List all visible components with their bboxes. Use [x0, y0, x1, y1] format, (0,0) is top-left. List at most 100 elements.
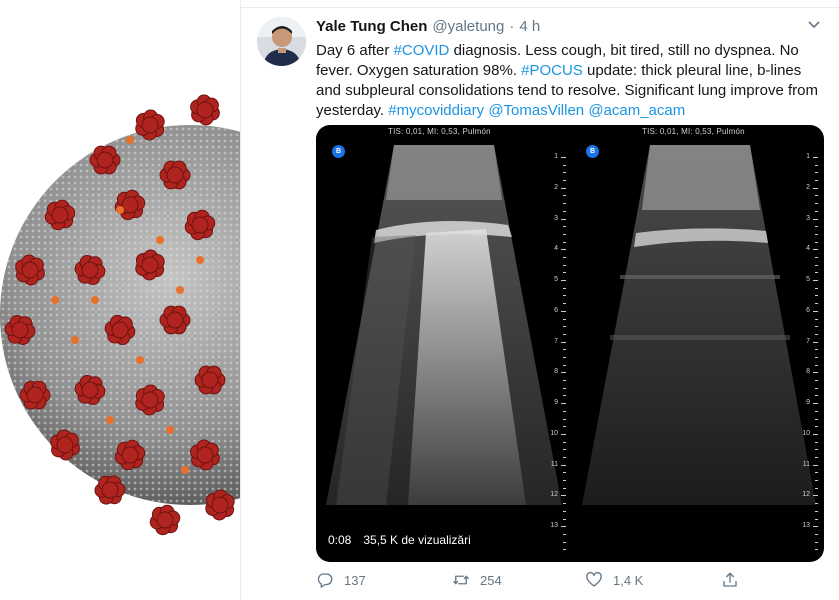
depth-minor-tick — [563, 449, 566, 451]
spike-protein — [19, 380, 51, 410]
depth-tick-label: 6 — [806, 306, 810, 314]
depth-tick-mark — [561, 464, 566, 466]
depth-minor-tick — [815, 164, 818, 166]
tweet-link[interactable]: #POCUS — [521, 62, 583, 79]
depth-minor-tick — [815, 287, 818, 289]
depth-minor-tick — [815, 518, 818, 520]
surface-protein — [106, 416, 114, 424]
depth-minor-tick — [563, 487, 566, 489]
depth-minor-tick — [815, 357, 818, 358]
depth-tick-mark — [813, 403, 818, 405]
spike-protein — [94, 475, 126, 505]
depth-minor-tick — [815, 480, 818, 482]
depth-ruler: 1 2 3 4 5 6 7 8 9 10 11 12 13 — [800, 147, 820, 557]
surface-protein — [71, 336, 79, 344]
depth-tick-mark — [813, 249, 818, 251]
heart-icon — [586, 571, 602, 587]
virus-image — [0, 94, 240, 536]
depth-tick-mark — [561, 280, 566, 282]
mode-badge: B — [586, 145, 599, 158]
depth-minor-tick — [563, 357, 566, 358]
depth-minor-tick — [815, 487, 818, 489]
depth-tick-label: 13 — [550, 522, 558, 530]
depth-tick-label: 5 — [806, 276, 810, 284]
spike-protein — [194, 365, 226, 395]
video-player[interactable]: TIS: 0,01, MI: 0,53, Pulmón B 1234567891… — [316, 125, 824, 562]
depth-ruler: 1 2 3 4 5 6 7 8 9 10 11 12 13 — [548, 147, 568, 557]
depth-minor-tick — [563, 457, 566, 458]
depth-tick-mark — [561, 403, 566, 405]
depth-minor-tick — [563, 349, 566, 351]
depth-tick-mark — [813, 526, 818, 528]
depth-minor-tick — [563, 233, 566, 235]
depth-minor-tick — [815, 449, 818, 451]
depth-tick-mark — [813, 280, 818, 282]
depth-tick-label: 10 — [550, 429, 558, 437]
more-options-button[interactable] — [804, 15, 824, 35]
tweet-card[interactable]: Yale Tung Chen @yaletung · 4 h Day 6 aft… — [241, 0, 839, 600]
depth-minor-tick — [563, 480, 566, 482]
depth-minor-tick — [563, 172, 566, 174]
depth-tick-label: 1 — [554, 153, 558, 160]
surface-protein — [51, 296, 59, 304]
scan-settings-label: TIS: 0,01, MI: 0,53, Pulmón — [388, 127, 491, 136]
depth-minor-tick — [563, 257, 566, 258]
depth-tick-mark — [813, 495, 818, 497]
scan-settings-label: TIS: 0,01, MI: 0,53, Pulmón — [642, 127, 745, 136]
tweet-link[interactable]: @acam_acam — [588, 102, 685, 119]
tweet-link[interactable]: #COVID — [394, 42, 450, 59]
tweet-link[interactable]: #mycoviddiary — [388, 102, 484, 119]
depth-minor-tick — [815, 210, 818, 212]
depth-minor-tick — [563, 387, 566, 389]
like-button[interactable]: 1,4 K — [585, 571, 643, 589]
author-name[interactable]: Yale Tung Chen — [316, 18, 427, 35]
depth-tick-mark — [561, 526, 566, 528]
depth-tick-label: 1 — [806, 153, 810, 160]
depth-tick-mark — [813, 341, 818, 343]
depth-tick-label: 11 — [802, 460, 810, 468]
surface-protein — [176, 286, 184, 294]
depth-tick-mark — [561, 495, 566, 497]
depth-tick-mark — [561, 433, 566, 435]
depth-minor-tick — [563, 287, 566, 289]
depth-minor-tick — [815, 472, 818, 474]
spike-protein — [159, 305, 191, 335]
depth-tick-label: 2 — [806, 183, 810, 191]
depth-minor-tick — [815, 333, 818, 335]
retweet-count: 254 — [480, 572, 502, 588]
depth-tick-label: 4 — [806, 245, 810, 253]
retweet-button[interactable]: 254 — [452, 571, 502, 589]
depth-tick-mark — [813, 310, 818, 312]
depth-minor-tick — [563, 226, 566, 228]
depth-minor-tick — [563, 395, 566, 397]
author-handle[interactable]: @yaletung — [432, 18, 504, 35]
depth-minor-tick — [815, 364, 818, 366]
surface-protein — [156, 236, 164, 244]
depth-minor-tick — [815, 203, 818, 205]
ultrasound-image-left — [326, 145, 562, 505]
depth-tick-label: 5 — [554, 276, 558, 284]
depth-tick-label: 11 — [550, 460, 558, 468]
depth-tick-mark — [813, 157, 818, 158]
depth-tick-mark — [813, 187, 818, 189]
depth-minor-tick — [563, 518, 566, 520]
top-divider — [241, 0, 839, 8]
depth-tick-label: 6 — [554, 306, 558, 314]
depth-tick-label: 9 — [806, 399, 810, 407]
depth-tick-label: 8 — [806, 368, 810, 376]
video-info: 0:08 35,5 K de vizualizări — [328, 533, 471, 547]
depth-tick-mark — [561, 341, 566, 343]
reply-button[interactable]: 137 — [316, 571, 366, 589]
depth-minor-tick — [563, 380, 566, 382]
avatar[interactable] — [257, 17, 306, 66]
depth-minor-tick — [563, 333, 566, 335]
surface-protein — [196, 256, 204, 264]
share-button[interactable] — [721, 571, 739, 589]
tweet-link[interactable]: @TomasVillen — [488, 102, 584, 119]
tweet-timestamp[interactable]: 4 h — [519, 18, 540, 35]
depth-tick-label: 12 — [550, 491, 558, 499]
depth-minor-tick — [563, 326, 566, 328]
depth-tick-label: 7 — [554, 337, 558, 345]
depth-minor-tick — [563, 426, 566, 428]
depth-minor-tick — [815, 387, 818, 389]
